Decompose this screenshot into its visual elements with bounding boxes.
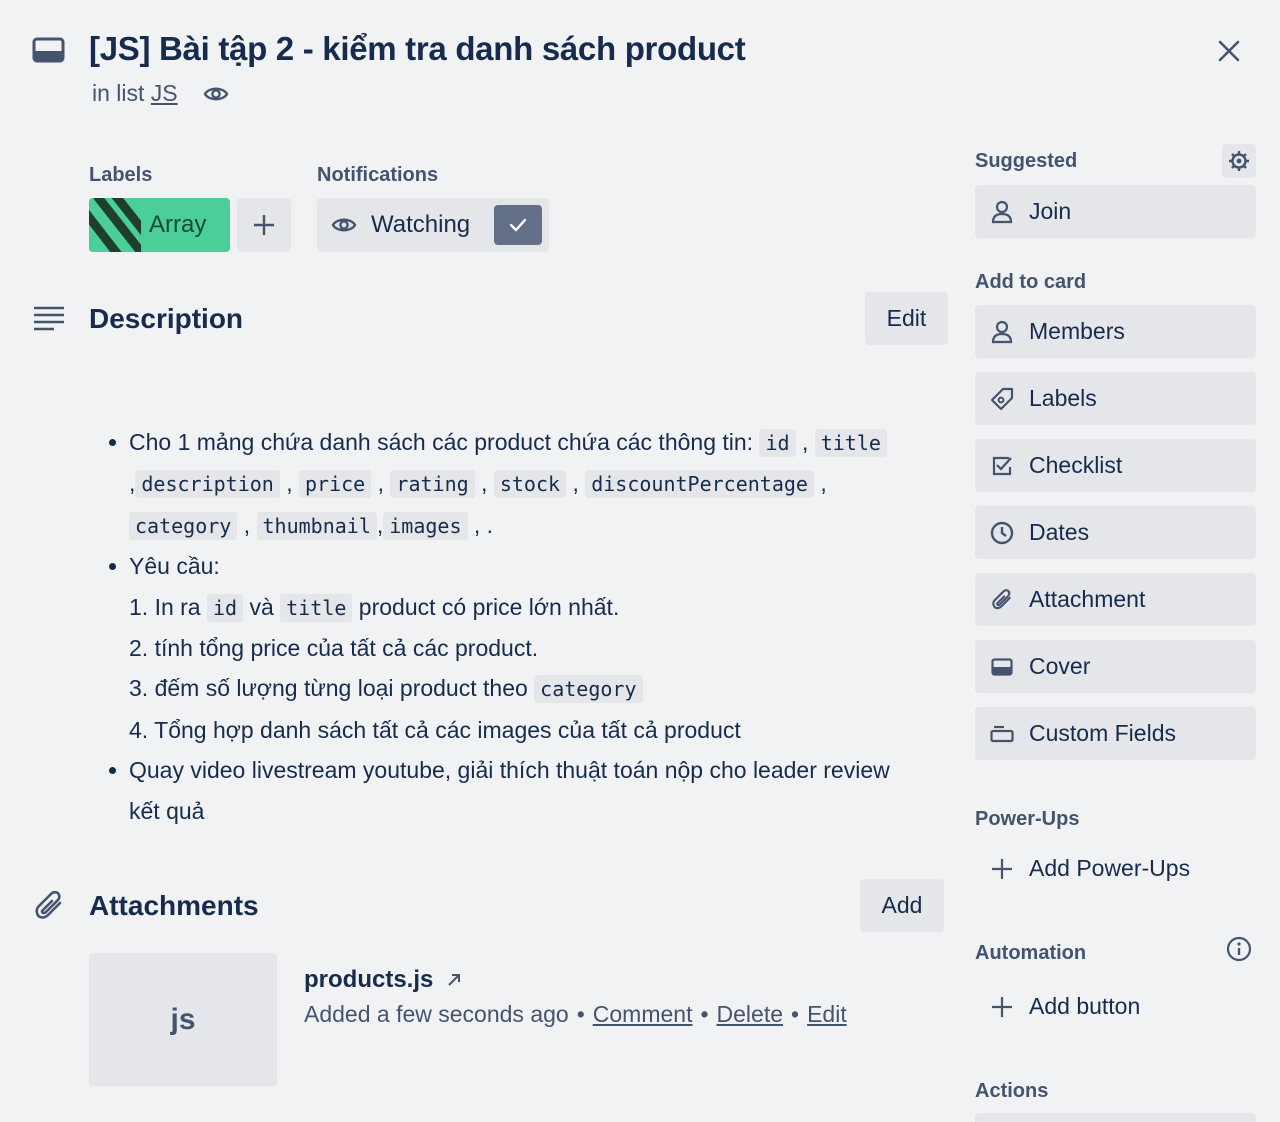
checkmark-icon <box>494 205 542 245</box>
cover-icon <box>989 654 1015 680</box>
tag-icon <box>989 386 1015 412</box>
notifications-heading: Notifications <box>317 164 439 186</box>
comment-link[interactable]: Comment <box>593 1001 693 1027</box>
attachment-thumbnail[interactable]: js <box>89 953 277 1086</box>
description-body: Cho 1 mảng chứa danh sách các product ch… <box>106 422 956 831</box>
actions-first-button[interactable] <box>975 1113 1256 1122</box>
attachment-button[interactable]: Attachment <box>975 573 1256 626</box>
description-icon <box>32 304 66 334</box>
plus-icon <box>989 994 1015 1020</box>
requirement-3: 3. đếm số lượng từng loại product theo c… <box>106 668 956 709</box>
clock-icon <box>989 520 1015 546</box>
card-icon <box>32 36 66 64</box>
external-link-icon <box>448 974 461 986</box>
edit-attachment-link[interactable]: Edit <box>807 1001 847 1027</box>
suggested-heading: Suggested <box>975 150 1078 172</box>
list-item: Cho 1 mảng chứa danh sách các product ch… <box>106 422 956 546</box>
add-label-button[interactable] <box>237 198 291 252</box>
add-power-ups-button[interactable]: Add Power-Ups <box>975 842 1256 895</box>
automation-heading: Automation <box>975 942 1087 964</box>
list-link[interactable]: JS <box>151 80 178 106</box>
list-item: Quay video livestream youtube, giải thíc… <box>106 750 956 831</box>
watching-eye-icon <box>203 82 229 106</box>
close-icon <box>1218 40 1240 62</box>
attachment-name[interactable]: products.js <box>304 966 463 994</box>
custom-fields-icon <box>989 721 1015 747</box>
list-item: Yêu cầu: <box>106 546 956 586</box>
checklist-button[interactable]: Checklist <box>975 439 1256 492</box>
add-button-button[interactable]: Add button <box>975 980 1256 1033</box>
dates-button[interactable]: Dates <box>975 506 1256 559</box>
suggested-settings-button[interactable] <box>1222 144 1256 178</box>
labels-heading: Labels <box>89 164 153 186</box>
requirement-1: 1. In ra id và title product có price lớ… <box>129 593 620 622</box>
card-title[interactable]: [JS] Bài tập 2 - kiểm tra danh sách prod… <box>89 30 746 68</box>
custom-fields-button[interactable]: Custom Fields <box>975 707 1256 760</box>
label-array[interactable]: Array <box>89 198 230 252</box>
requirement-2: 2. tính tổng price của tất cả các produc… <box>129 635 539 662</box>
attachment-meta: Added a few seconds ago • Comment • Delete • E… <box>304 1001 847 1027</box>
gear-icon <box>1229 151 1249 171</box>
edit-description-button[interactable]: Edit <box>865 292 948 345</box>
actions-heading: Actions <box>975 1080 1049 1102</box>
close-button[interactable] <box>1212 34 1246 68</box>
paperclip-icon <box>989 587 1015 613</box>
labels-button[interactable]: Labels <box>975 372 1256 425</box>
watching-label: Watching <box>371 211 471 238</box>
person-icon <box>989 199 1015 225</box>
members-button[interactable]: Members <box>975 305 1256 358</box>
in-list-text: in list JS <box>92 80 178 106</box>
attachments-heading: Attachments <box>89 890 259 921</box>
plus-icon <box>254 215 274 235</box>
label-name: Array <box>149 211 207 238</box>
info-icon <box>1226 936 1252 962</box>
description-heading: Description <box>89 303 244 334</box>
watching-button[interactable]: Watching <box>317 198 549 252</box>
checklist-icon <box>989 453 1015 479</box>
label-pattern-icon <box>89 198 141 252</box>
requirement-4: 4. Tổng hợp danh sách tất cả các images … <box>129 716 741 743</box>
paperclip-icon <box>32 889 66 923</box>
power-ups-heading: Power-Ups <box>975 808 1080 830</box>
eye-icon <box>331 213 357 237</box>
cover-button[interactable]: Cover <box>975 640 1256 693</box>
person-icon <box>989 319 1015 345</box>
add-attachment-button[interactable]: Add <box>860 879 944 932</box>
plus-icon <box>989 856 1015 882</box>
delete-link[interactable]: Delete <box>717 1001 783 1027</box>
automation-info-button[interactable] <box>1224 934 1254 964</box>
add-to-card-heading: Add to card <box>975 271 1087 293</box>
join-button[interactable]: Join <box>975 185 1256 238</box>
